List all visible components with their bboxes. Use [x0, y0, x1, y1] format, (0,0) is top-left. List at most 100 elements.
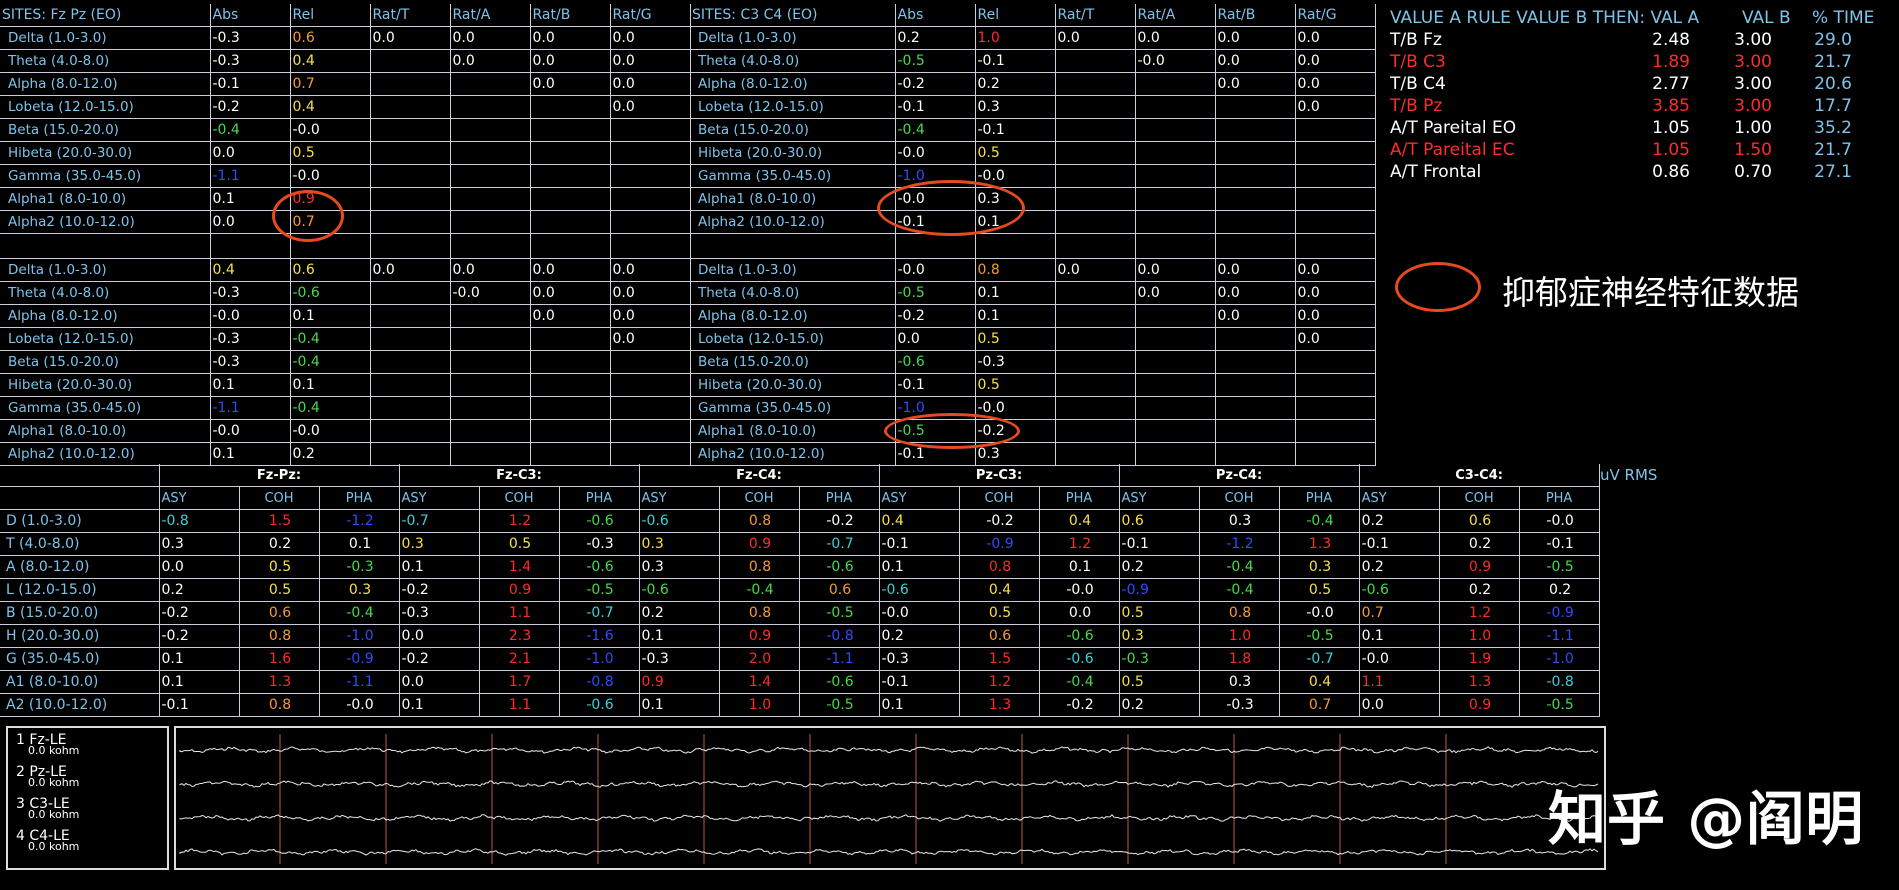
band-value — [1215, 187, 1296, 211]
coh-value: -0.1 — [879, 532, 960, 556]
coh-value: 0.6 — [1119, 509, 1200, 533]
coh-sub-label: ASY — [1359, 486, 1440, 510]
coh-value: -0.3 — [399, 601, 480, 625]
band-row: Hibeta (20.0-30.0) -0.1 0.5 — [690, 373, 1376, 397]
coh-value: 0.1 — [319, 532, 400, 556]
coh-value: 0.0 — [399, 624, 480, 648]
coh-value: 0.6 — [239, 601, 320, 625]
coh-value: 1.4 — [479, 555, 560, 579]
coh-value: 0.1 — [639, 624, 720, 648]
band-row: Theta (4.0-8.0) -0.3 -0.6 -0.0 0.0 0.0 — [0, 281, 691, 305]
coh-value: 0.4 — [1039, 509, 1120, 533]
band-label: Alpha2 (10.0-12.0) — [0, 210, 211, 234]
coh-site-row: Fz-Pz: Fz-C3: Fz-C4: Pz-C3: Pz-C4: C3-C4: — [0, 464, 1600, 487]
band-value — [1135, 442, 1216, 466]
coh-value: -0.2 — [159, 601, 240, 625]
coh-value: -0.3 — [1119, 647, 1200, 671]
band-value: 0.2 — [290, 442, 371, 466]
rule-value-t: 27.1 — [1814, 162, 1852, 182]
band-value — [370, 49, 451, 73]
band-row: Delta (1.0-3.0) 0.2 1.0 0.0 0.0 0.0 0.0 — [690, 26, 1376, 50]
band-value: 0.0 — [610, 49, 691, 73]
band-value: -0.3 — [210, 49, 291, 73]
rules-panel: VALUE A RULE VALUE B THEN: VAL A VAL B %… — [1390, 6, 1890, 206]
band-value: 0.0 — [450, 49, 531, 73]
band-value — [450, 373, 531, 397]
band-value — [370, 373, 451, 397]
coh-sub-row: ASY COH PHA ASY COH PHA ASY COH PHA ASY COH PHA ASY C… — [0, 486, 1600, 510]
band-value: 0.0 — [450, 26, 531, 50]
band-value — [1135, 141, 1216, 165]
coh-value: -0.0 — [1359, 647, 1440, 671]
band-label: Hibeta (20.0-30.0) — [0, 141, 211, 165]
coh-value: 0.9 — [719, 532, 800, 556]
coh-value: -1.1 — [319, 670, 400, 694]
band-value: 0.4 — [210, 258, 291, 282]
coh-value: -0.6 — [639, 509, 720, 533]
coh-value: -0.6 — [879, 578, 960, 602]
coh-value: 0.2 — [1359, 509, 1440, 533]
band-value — [1135, 210, 1216, 234]
band-value: -0.3 — [975, 350, 1056, 374]
band-value — [1055, 210, 1136, 234]
band-label: Beta (15.0-20.0) — [0, 350, 211, 374]
band-row: Alpha (8.0-12.0) -0.1 0.7 0.0 0.0 — [0, 72, 691, 96]
coh-value: 0.9 — [479, 578, 560, 602]
coh-band-label: A (8.0-12.0) — [0, 555, 160, 579]
band-value — [1215, 396, 1296, 420]
coh-value: -0.8 — [159, 509, 240, 533]
band-value: -0.4 — [210, 118, 291, 142]
band-value: 0.0 — [895, 327, 976, 351]
band-row: Beta (15.0-20.0) -0.4 -0.0 — [0, 118, 691, 142]
band-value: -0.1 — [975, 118, 1056, 142]
coh-row: L (12.0-15.0) 0.2 0.5 0.3 -0.2 0.9 -0.5 -0.6 -0.… — [0, 578, 1600, 602]
band-value — [1135, 72, 1216, 96]
band-row: Hibeta (20.0-30.0) -0.0 0.5 — [690, 141, 1376, 165]
coh-value: -0.0 — [1039, 578, 1120, 602]
coh-value: 0.7 — [1359, 601, 1440, 625]
band-value: 0.0 — [1295, 72, 1376, 96]
coh-value: 1.2 — [479, 509, 560, 533]
column-header: Rat/B — [530, 4, 611, 27]
coh-value: -0.3 — [879, 647, 960, 671]
coh-value: -0.5 — [1519, 693, 1600, 717]
coh-value: 0.3 — [639, 532, 720, 556]
band-row: Gamma (35.0-45.0) -1.1 -0.0 — [0, 164, 691, 188]
rule-value-a: 0.86 — [1652, 162, 1690, 182]
coh-value: 1.7 — [479, 670, 560, 694]
coh-band-label: G (35.0-45.0) — [0, 647, 160, 671]
band-value — [1135, 396, 1216, 420]
band-value — [1135, 373, 1216, 397]
band-value: 0.0 — [1215, 26, 1296, 50]
coh-value: -0.7 — [799, 532, 880, 556]
coh-value: -0.6 — [639, 578, 720, 602]
coh-value: 0.3 — [1279, 555, 1360, 579]
coh-site-label: Pz-C4: — [1119, 464, 1360, 487]
coh-sub-label: PHA — [319, 486, 400, 510]
coh-value: 1.0 — [1439, 624, 1520, 648]
band-value — [1295, 419, 1376, 443]
band-row: Beta (15.0-20.0) -0.6 -0.3 — [690, 350, 1376, 374]
band-value: -1.1 — [210, 164, 291, 188]
column-header: Rat/A — [450, 4, 531, 27]
band-value — [1135, 95, 1216, 119]
band-value: -0.5 — [895, 281, 976, 305]
band-value — [530, 350, 611, 374]
coh-value: 0.2 — [1359, 555, 1440, 579]
coh-value: -0.9 — [959, 532, 1040, 556]
band-value — [370, 327, 451, 351]
band-value: -0.4 — [895, 118, 976, 142]
coh-sub-label: ASY — [879, 486, 960, 510]
column-header: Rat/G — [1295, 4, 1376, 27]
band-value — [1135, 164, 1216, 188]
coh-value: 0.8 — [1199, 601, 1280, 625]
rule-name: T/B Pz — [1390, 96, 1443, 116]
band-value: 0.2 — [895, 26, 976, 50]
coh-value: -0.1 — [1519, 532, 1600, 556]
band-value: 0.0 — [530, 49, 611, 73]
rule-value-t: 29.0 — [1814, 30, 1852, 50]
coh-value: 0.2 — [1519, 578, 1600, 602]
band-value — [1055, 304, 1136, 328]
coh-sub-label: ASY — [399, 486, 480, 510]
coh-value: -0.4 — [719, 578, 800, 602]
